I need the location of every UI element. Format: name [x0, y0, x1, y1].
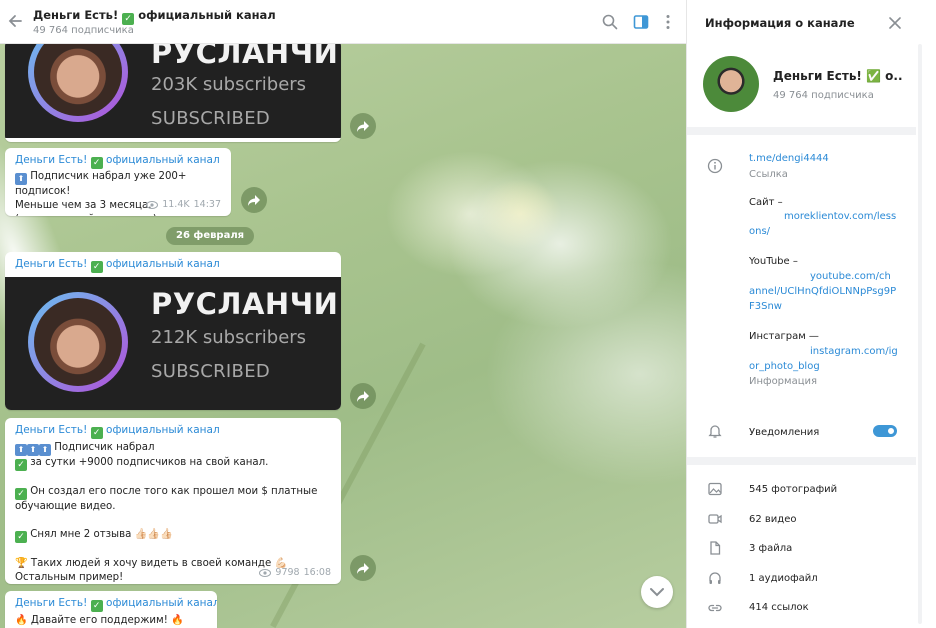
audio-icon	[709, 572, 721, 584]
link-caption: Ссылка	[749, 169, 788, 180]
forward-button[interactable]	[350, 555, 376, 581]
message-sender[interactable]: Деньги Есть! ✓ официальный канал	[5, 148, 231, 169]
verified-check-icon: ✓	[90, 261, 103, 273]
message-sender[interactable]: Деньги Есть! ✓ официальный канал	[5, 418, 341, 439]
forward-button[interactable]	[241, 187, 267, 213]
site-url[interactable]: moreklientov.com/less	[784, 209, 896, 224]
photo-icon	[708, 482, 722, 496]
channel-name: Деньги Есть! ✅ о...	[773, 69, 903, 83]
scroll-down-button[interactable]	[641, 576, 673, 608]
instagram-label: Инстаграм —	[749, 331, 819, 342]
file-icon	[710, 541, 721, 555]
channel-title[interactable]: Деньги Есть! ✓ официальный канал	[33, 8, 276, 25]
youtube-card: РУСЛАНЧИК 212K subscribers SUBSCRIBED	[5, 277, 341, 410]
message-text-1[interactable]: Деньги Есть! ✓ официальный канал ⬆ Подпи…	[5, 148, 231, 216]
channel-subscribers: 49 764 подписчика	[773, 90, 874, 101]
media-videos[interactable]: 62 видео	[749, 512, 796, 527]
youtube-subscribed-label: SUBSCRIBED	[151, 108, 271, 129]
message-meta: 9798 16:08	[259, 567, 331, 578]
instagram-url-cont[interactable]: or_photo_blog	[749, 359, 820, 374]
sidebar-toggle-icon[interactable]	[632, 13, 650, 31]
message-sender[interactable]: Деньги Есть! ✓ официальный канал...	[5, 591, 217, 612]
check-icon: ✓	[15, 488, 27, 500]
message-text-3[interactable]: Деньги Есть! ✓ официальный канал... 🔥 Да…	[5, 591, 217, 628]
message-meta: 11.4K 14:37	[146, 199, 221, 210]
channel-subscribers: 49 764 подписчика	[33, 25, 134, 36]
media-photos[interactable]: 545 фотографий	[749, 482, 837, 497]
arrow-up-icon: ⬆	[15, 173, 27, 185]
arrow-up-icon: ⬆	[15, 444, 27, 456]
more-menu-icon[interactable]	[659, 13, 677, 31]
forward-button[interactable]	[350, 383, 376, 409]
instagram-url[interactable]: instagram.com/ig	[810, 344, 898, 359]
panel-title: Информация о канале	[705, 16, 855, 30]
views-eye-icon	[259, 568, 272, 577]
view-count: 9798	[275, 567, 300, 578]
message-card-2[interactable]: Деньги Есть! ✓ официальный канал РУСЛАНЧ…	[5, 252, 341, 410]
youtube-label: YouTube –	[749, 256, 798, 267]
notifications-label: Уведомления	[749, 427, 820, 438]
message-body: 🔥 Давайте его поддержим! 🔥	[15, 615, 184, 626]
site-label: Сайт –	[749, 197, 783, 208]
video-icon	[708, 514, 722, 524]
youtube-avatar	[28, 292, 128, 392]
section-divider	[687, 127, 916, 135]
close-icon[interactable]	[887, 15, 903, 31]
check-icon: ✓	[15, 459, 27, 471]
search-icon[interactable]	[601, 13, 619, 31]
verified-check-icon: ✓	[90, 157, 103, 169]
youtube-url-cont[interactable]: annel/UClHnQfdiOLNNpPsg9P	[749, 284, 896, 299]
message-text-2[interactable]: Деньги Есть! ✓ официальный канал ⬆ ⬆ ⬆ Под…	[5, 418, 341, 584]
message-time: 16:08	[303, 567, 331, 578]
forward-button[interactable]	[350, 113, 376, 139]
youtube-card: РУСЛАНЧИК 203K subscribers SUBSCRIBED	[5, 44, 341, 138]
chevron-down-icon	[650, 588, 664, 597]
views-eye-icon	[146, 200, 159, 209]
youtube-channel-name: РУСЛАНЧИК	[151, 287, 341, 321]
date-separator: 26 февраля	[166, 227, 255, 245]
media-links[interactable]: 414 ссылок	[749, 600, 809, 615]
youtube-subscriber-count: 212K subscribers	[151, 327, 307, 348]
section-divider	[687, 457, 916, 465]
channel-link[interactable]: t.me/dengi4444	[749, 151, 829, 166]
chat-header: Деньги Есть! ✓ официальный канал 49 764 …	[0, 0, 686, 44]
check-icon: ✓	[15, 531, 27, 543]
message-card-1[interactable]: РУСЛАНЧИК 203K subscribers SUBSCRIBED	[5, 44, 341, 142]
media-audio[interactable]: 1 аудиофайл	[749, 571, 818, 586]
view-count: 11.4K	[162, 199, 190, 210]
channel-info-panel: Информация о канале Деньги Есть! ✅ о... …	[686, 0, 936, 628]
info-caption: Информация	[749, 376, 818, 387]
verified-check-icon: ✓	[122, 13, 135, 25]
bell-icon	[708, 425, 722, 438]
back-arrow-icon[interactable]	[6, 12, 24, 30]
media-files[interactable]: 3 файла	[749, 541, 792, 556]
link-icon	[708, 604, 722, 612]
message-body: ⬆ ⬆ ⬆ Подписчик набрал ✓ за сутки +9000 по…	[15, 442, 321, 583]
site-url-cont[interactable]: ons/	[749, 224, 770, 239]
panel-scrollbar[interactable]	[917, 44, 923, 624]
info-icon	[707, 158, 723, 174]
youtube-url[interactable]: youtube.com/ch	[810, 269, 891, 284]
chat-area[interactable]: РУСЛАНЧИК 203K subscribers SUBSCRIBED Де…	[0, 44, 686, 628]
youtube-subscribed-label: SUBSCRIBED	[151, 361, 271, 382]
arrow-up-icon: ⬆	[27, 444, 39, 456]
verified-check-icon: ✓	[90, 427, 103, 439]
youtube-subscriber-count: 203K subscribers	[151, 74, 307, 95]
arrow-up-icon: ⬆	[39, 444, 51, 456]
verified-check-icon: ✓	[90, 600, 103, 612]
youtube-channel-name: РУСЛАНЧИК	[151, 44, 341, 70]
message-time: 14:37	[193, 199, 221, 210]
channel-avatar[interactable]	[703, 56, 759, 112]
youtube-avatar	[28, 44, 128, 122]
notifications-toggle[interactable]	[873, 425, 897, 437]
youtube-url-cont2[interactable]: F3Snw	[749, 299, 782, 314]
message-sender[interactable]: Деньги Есть! ✓ официальный канал	[5, 252, 341, 273]
